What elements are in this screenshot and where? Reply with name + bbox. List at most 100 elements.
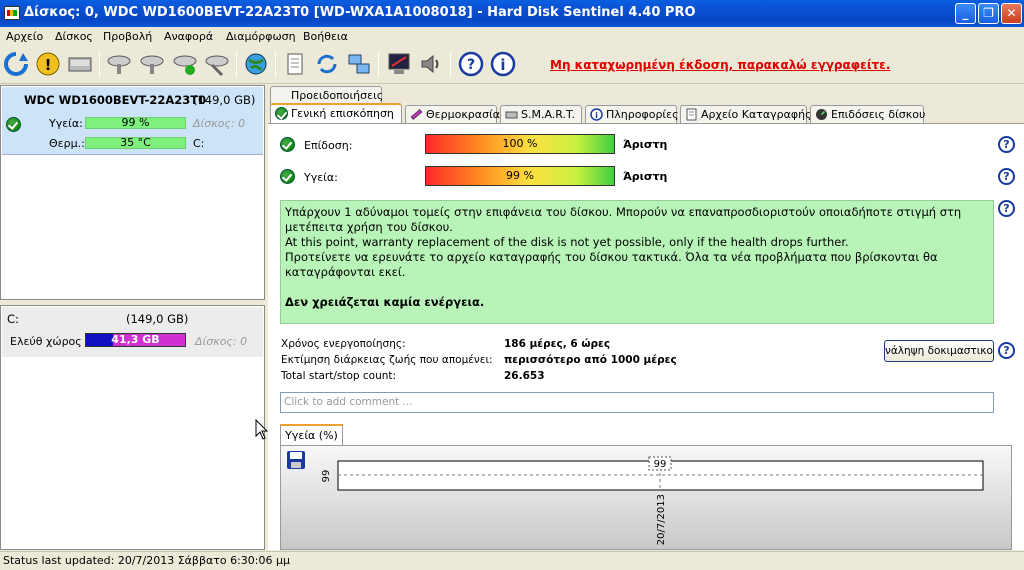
performance-value: 100 % <box>502 137 538 150</box>
volume-size: (149,0 GB) <box>126 312 189 326</box>
network-icon[interactable] <box>346 51 372 77</box>
monitor-icon[interactable] <box>386 51 412 77</box>
svg-text:i: i <box>595 111 598 120</box>
health-label-main: Υγεία: <box>304 171 338 184</box>
disk-card[interactable]: WDC WD1600BEVT-22A23T0 (149,0 GB) Υγεία:… <box>2 87 263 155</box>
performance-help-icon[interactable]: ? <box>998 136 1015 153</box>
temp-drive-label: C: <box>193 137 205 150</box>
tab-log[interactable]: Αρχείο Καταγραφής <box>680 105 812 124</box>
mouse-cursor <box>255 419 269 440</box>
performance-ok-icon <box>280 137 295 152</box>
help-icon[interactable]: ? <box>458 51 484 77</box>
tab-overview[interactable]: Γενική επισκόπηση <box>270 103 402 124</box>
comment-input[interactable]: Click to add comment ... <box>280 392 994 413</box>
tab-strip: Προειδοποιήσεις Γενική επισκόπηση Θερμοκ… <box>268 85 1024 125</box>
disk-icon[interactable] <box>67 51 93 77</box>
gauge-icon <box>816 109 827 120</box>
health-bar-main: 99 % <box>425 166 615 186</box>
volume-panel: C: (149,0 GB) Ελεύθ χώρος 41,3 GB Δίσκος… <box>0 305 265 550</box>
free-space-bar: 41,3 GB <box>85 333 186 347</box>
tab-notifications-label: Προειδοποιήσεις <box>291 89 384 102</box>
temp-label: Θερμ.: <box>49 137 85 150</box>
ok-status-icon <box>6 117 21 132</box>
free-space-value: 41,3 GB <box>111 333 160 346</box>
tab-info-label: Πληροφορίες <box>606 108 679 121</box>
disk-surface-icon[interactable] <box>139 51 165 77</box>
menu-help[interactable]: Βοήθεια <box>303 30 348 43</box>
warning-icon[interactable]: ! <box>35 51 61 77</box>
message-line: At this point, warranty replacement of t… <box>285 235 849 249</box>
tab-temperature[interactable]: Θερμοκρασία <box>405 105 500 124</box>
info-icon: i <box>590 108 603 121</box>
tab-temperature-label: Θερμοκρασία <box>426 108 500 121</box>
startstop-label: Total start/stop count: <box>281 370 397 382</box>
close-button[interactable]: ✕ <box>1001 3 1022 24</box>
test-button[interactable]: νάληψη δοκιμαστικού <box>884 340 994 362</box>
data-label: 99 <box>654 459 667 470</box>
menu-file[interactable]: Αρχείο <box>6 30 43 43</box>
disk-test-icon[interactable] <box>106 51 132 77</box>
message-line: Προτείνετε να ερευνάτε το αρχείο καταγρα… <box>285 250 938 279</box>
health-status: Άριστη <box>623 170 668 183</box>
globe-icon[interactable] <box>243 51 269 77</box>
power-on-label: Χρόνος ενεργοποίησης: <box>281 338 406 350</box>
speaker-icon[interactable] <box>418 51 444 77</box>
action-text: Δεν χρειάζεται καμία ενέργεια. <box>285 295 485 309</box>
startstop-value: 26.653 <box>504 370 545 382</box>
log-icon <box>686 108 697 121</box>
tab-health-chart[interactable]: Υγεία (%) <box>280 424 343 446</box>
temp-bar: 35 °C <box>85 137 186 149</box>
tab-smart-label: S.M.A.R.T. <box>521 108 575 121</box>
menu-report[interactable]: Αναφορά <box>164 30 213 43</box>
chart-plot: 99 99 20/7/2013 <box>321 456 984 545</box>
performance-bar: 100 % <box>425 134 615 154</box>
info-icon[interactable]: i <box>490 51 516 77</box>
menu-disk[interactable]: Δίσκος <box>55 30 93 43</box>
tab-smart[interactable]: S.M.A.R.T. <box>500 105 582 124</box>
tab-log-label: Αρχείο Καταγραφής <box>701 108 812 121</box>
health-disk-label: Δίσκος: 0 <box>193 117 246 130</box>
disk-tool-icon[interactable] <box>204 51 230 77</box>
y-tick-label: 99 <box>321 470 332 483</box>
minimize-button[interactable]: _ <box>955 3 976 24</box>
menu-view[interactable]: Προβολή <box>103 30 152 43</box>
health-label: Υγεία: <box>49 117 83 130</box>
disk-size: (149,0 GB) <box>193 93 256 107</box>
toolbar: ! ? i Μη καταχωρημένη έκδοση, παρακαλώ ε… <box>0 46 1024 84</box>
health-help-icon[interactable]: ? <box>998 168 1015 185</box>
menu-configuration[interactable]: Διαμόρφωση <box>226 30 296 43</box>
health-value-main: 99 % <box>506 169 534 182</box>
health-bar: 99 % <box>85 117 186 129</box>
tab-overview-label: Γενική επισκόπηση <box>291 107 394 120</box>
refresh-icon[interactable] <box>3 51 29 77</box>
thermometer-icon <box>410 109 423 120</box>
performance-label: Επίδοση: <box>304 139 353 152</box>
maximize-button[interactable]: ❐ <box>978 3 999 24</box>
disk-check-icon[interactable] <box>172 51 198 77</box>
svg-text:!: ! <box>45 56 52 74</box>
health-chart: 99 99 20/7/2013 <box>280 445 1012 550</box>
report-icon[interactable] <box>282 51 308 77</box>
free-space-label: Ελεύθ χώρος <box>10 335 82 348</box>
message-help-icon[interactable]: ? <box>998 200 1015 217</box>
sync-icon[interactable] <box>314 51 340 77</box>
tab-performance-label: Επιδόσεις δίσκου <box>831 108 926 121</box>
title-bar: Δίσκος: 0, WDC WD1600BEVT-22A23T0 [WD-WX… <box>0 0 1024 27</box>
performance-status: Άριστη <box>623 138 668 151</box>
disk-list-panel: WDC WD1600BEVT-22A23T0 (149,0 GB) Υγεία:… <box>0 85 265 300</box>
window-title: Δίσκος: 0, WDC WD1600BEVT-22A23T0 [WD-WX… <box>24 5 696 20</box>
volume-card[interactable]: C: (149,0 GB) Ελεύθ χώρος 41,3 GB Δίσκος… <box>2 307 263 357</box>
volume-disk-label: Δίσκος: 0 <box>195 335 248 348</box>
message-line: Υπάρχουν 1 αδύναμοι τομείς στην επιφάνει… <box>285 205 962 234</box>
volume-name: C: <box>7 312 19 326</box>
registration-link[interactable]: Μη καταχωρημένη έκδοση, παρακαλώ εγγραφε… <box>550 58 890 72</box>
tab-performance[interactable]: Επιδόσεις δίσκου <box>810 105 926 124</box>
x-tick-label: 20/7/2013 <box>656 494 667 545</box>
test-help-icon[interactable]: ? <box>998 342 1015 359</box>
power-on-value: 186 μέρες, 6 ώρες <box>504 338 611 350</box>
tab-info[interactable]: i Πληροφορίες <box>585 105 679 124</box>
smart-disk-icon <box>505 111 518 119</box>
health-ok-icon <box>280 169 295 184</box>
svg-text:i: i <box>500 56 505 74</box>
disk-name: WDC WD1600BEVT-22A23T0 <box>24 93 207 107</box>
